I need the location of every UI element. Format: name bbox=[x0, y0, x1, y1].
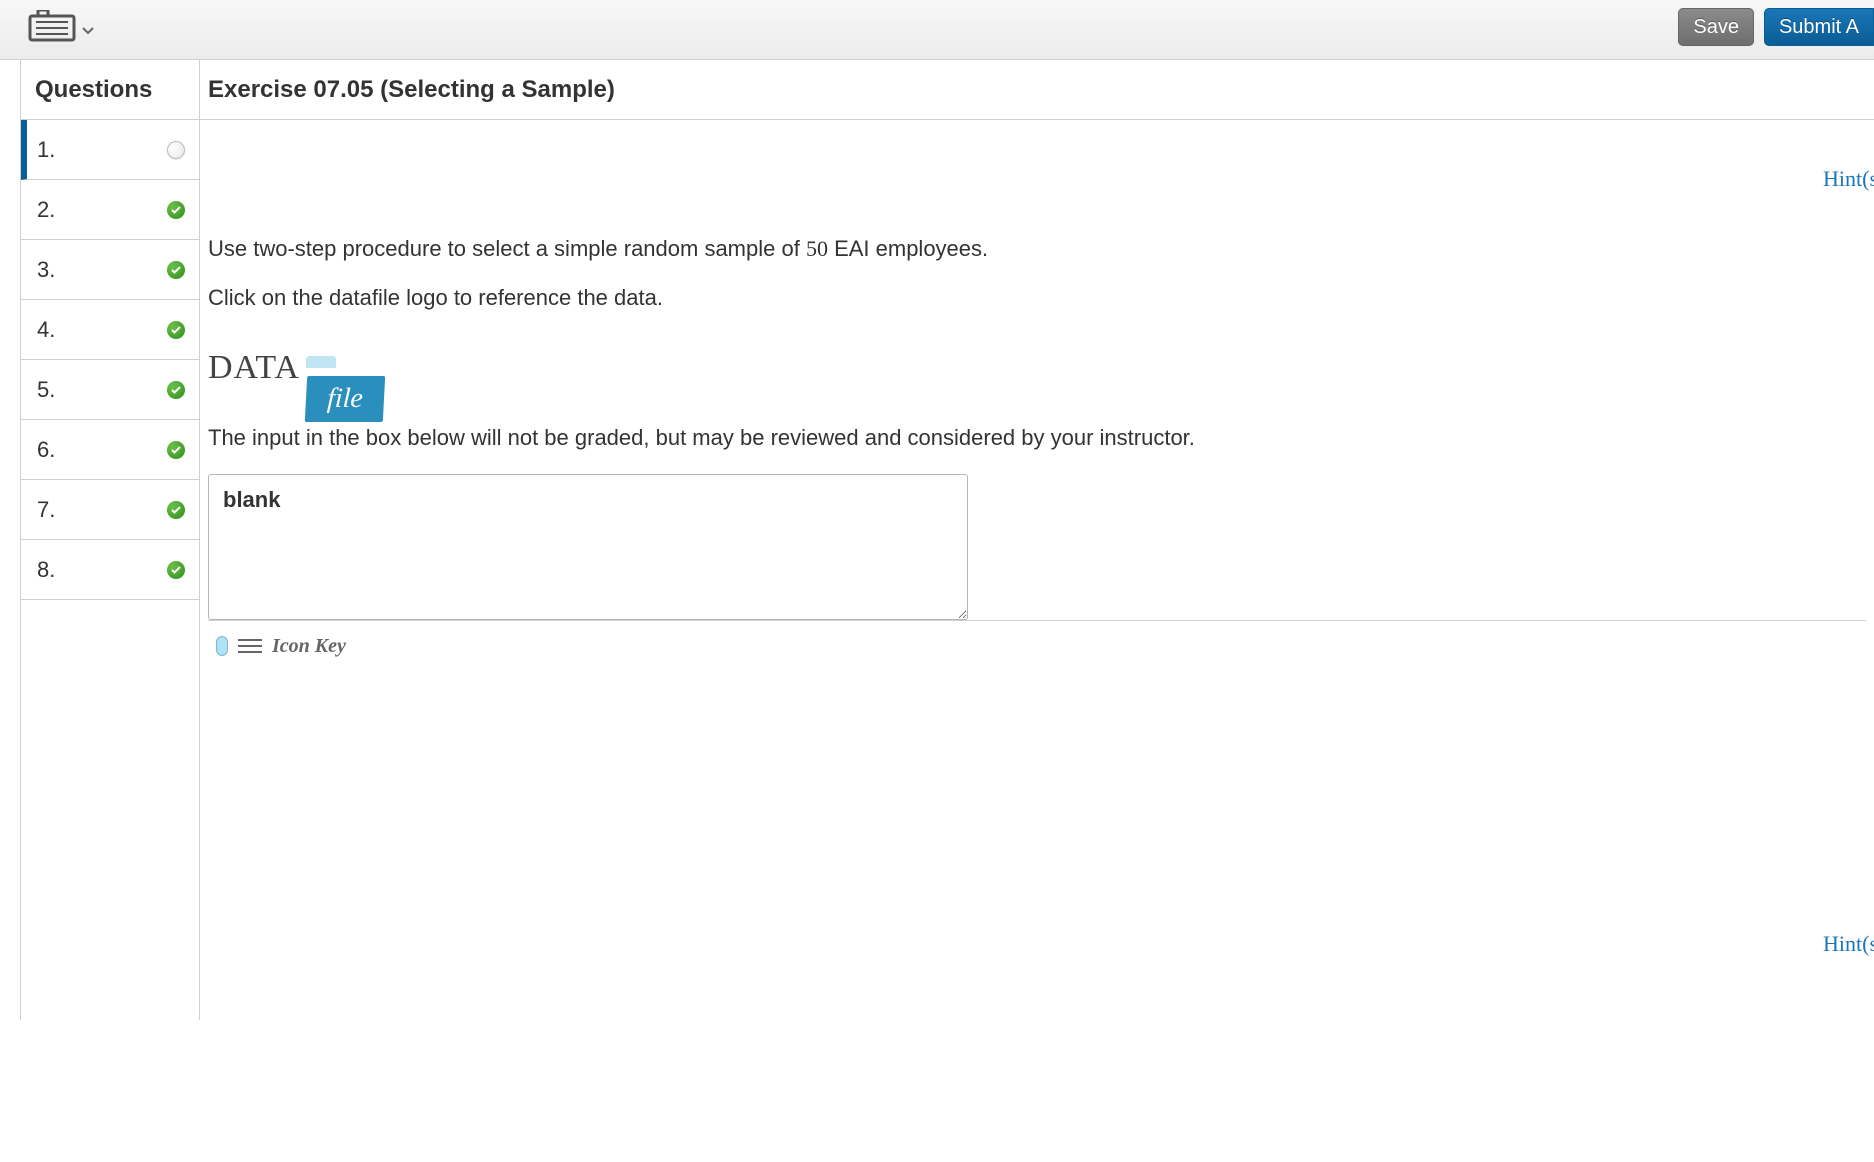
question-number: 7. bbox=[37, 497, 55, 523]
keyboard-dropdown[interactable] bbox=[28, 10, 94, 50]
check-icon bbox=[167, 201, 185, 219]
question-number: 2. bbox=[37, 197, 55, 223]
check-icon bbox=[167, 561, 185, 579]
icon-key-glyph-icon bbox=[216, 636, 228, 656]
questions-sidebar: Questions 1. 2. 3. 4. 5. 6. 7. 8. bbox=[20, 60, 200, 1020]
answer-textarea[interactable]: blank bbox=[208, 474, 968, 620]
question-nav-8[interactable]: 8. bbox=[21, 540, 199, 600]
question-number: 6. bbox=[37, 437, 55, 463]
question-number: 1. bbox=[37, 137, 55, 163]
question-nav-6[interactable]: 6. bbox=[21, 420, 199, 480]
submit-button[interactable]: Submit A bbox=[1764, 8, 1874, 46]
keyboard-icon bbox=[28, 10, 76, 50]
sidebar-header: Questions bbox=[21, 60, 199, 120]
chevron-down-icon bbox=[82, 18, 94, 41]
check-icon bbox=[167, 501, 185, 519]
instruction-line-1: Use two-step procedure to select a simpl… bbox=[208, 232, 1866, 265]
question-nav-7[interactable]: 7. bbox=[21, 480, 199, 540]
check-icon bbox=[167, 261, 185, 279]
datafile-logo[interactable]: DATA file bbox=[208, 342, 1866, 393]
main-panel: Exercise 07.05 (Selecting a Sample) Hint… bbox=[200, 60, 1874, 1020]
question-number: 8. bbox=[37, 557, 55, 583]
hints-link-bottom[interactable]: Hint(s bbox=[1823, 927, 1874, 960]
grading-note: The input in the box below will not be g… bbox=[208, 421, 1866, 454]
question-nav-2[interactable]: 2. bbox=[21, 180, 199, 240]
footer-bar: Icon Key bbox=[208, 620, 1866, 670]
question-nav-5[interactable]: 5. bbox=[21, 360, 199, 420]
question-number: 3. bbox=[37, 257, 55, 283]
top-toolbar: Save Submit A bbox=[0, 0, 1874, 60]
question-nav-4[interactable]: 4. bbox=[21, 300, 199, 360]
check-icon bbox=[167, 321, 185, 339]
hints-link-top[interactable]: Hint(s bbox=[1823, 162, 1874, 195]
instruction-line-2: Click on the datafile logo to reference … bbox=[208, 281, 1866, 314]
datafile-data-text: DATA bbox=[208, 342, 300, 393]
question-number: 4. bbox=[37, 317, 55, 343]
question-number: 5. bbox=[37, 377, 55, 403]
icon-key[interactable]: Icon Key bbox=[216, 631, 346, 661]
icon-key-lines-icon bbox=[238, 639, 262, 653]
empty-status-icon bbox=[167, 141, 185, 159]
question-nav-3[interactable]: 3. bbox=[21, 240, 199, 300]
question-nav-1[interactable]: 1. bbox=[21, 120, 199, 180]
save-button[interactable]: Save bbox=[1678, 8, 1754, 46]
check-icon bbox=[167, 381, 185, 399]
exercise-title: Exercise 07.05 (Selecting a Sample) bbox=[208, 76, 615, 104]
check-icon bbox=[167, 441, 185, 459]
